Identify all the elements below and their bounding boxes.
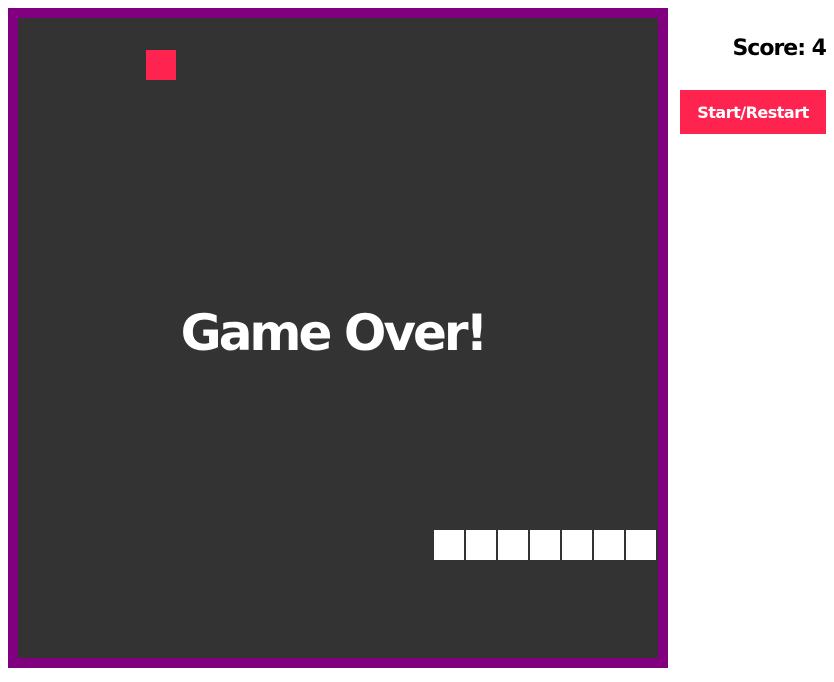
food-pellet — [146, 50, 176, 80]
side-panel: Score: 4 Start/Restart — [680, 28, 827, 134]
game-board-frame: Game Over! — [8, 8, 668, 668]
start-restart-button[interactable]: Start/Restart — [680, 90, 826, 134]
snake-segment — [626, 530, 656, 560]
snake-segment — [434, 530, 464, 560]
game-board: Game Over! — [18, 18, 658, 658]
game-over-message: Game Over! — [180, 304, 489, 362]
snake-segment — [594, 530, 624, 560]
snake-segment — [562, 530, 592, 560]
snake-segment — [498, 530, 528, 560]
snake-segment — [530, 530, 560, 560]
snake-segment — [466, 530, 496, 560]
snake-game: Game Over! Score: 4 Start/Restart — [0, 0, 834, 682]
score-display: Score: 4 — [732, 36, 827, 61]
